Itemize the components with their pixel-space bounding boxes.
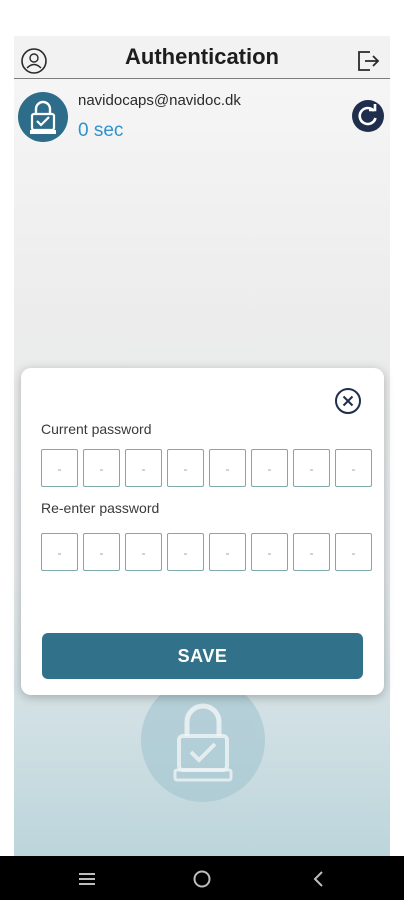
pin-digit[interactable]: -	[125, 533, 162, 571]
pin-digit[interactable]: -	[335, 449, 372, 487]
refresh-button[interactable]	[352, 100, 384, 132]
pin-digit[interactable]: -	[83, 449, 120, 487]
pin-digit[interactable]: -	[251, 449, 288, 487]
pin-digit[interactable]: -	[41, 449, 78, 487]
menu-icon[interactable]	[76, 868, 98, 890]
pin-digit[interactable]: -	[125, 449, 162, 487]
pin-digit[interactable]: -	[293, 533, 330, 571]
pin-digit[interactable]: -	[251, 533, 288, 571]
pin-digit[interactable]: -	[167, 449, 204, 487]
home-circle-icon[interactable]	[191, 868, 213, 890]
session-timer: 0 sec	[78, 120, 124, 141]
current-password-label: Current password	[41, 421, 152, 437]
pin-digit[interactable]: -	[209, 533, 246, 571]
account-email: navidocaps@navidoc.dk	[78, 92, 241, 109]
app-header: Authentication	[14, 36, 390, 79]
change-password-dialog: Current password - - - - - - - - Re-ente…	[21, 368, 384, 695]
system-nav-bar	[0, 856, 404, 900]
pin-digit[interactable]: -	[167, 533, 204, 571]
pin-digit[interactable]: -	[83, 533, 120, 571]
refresh-icon	[358, 104, 377, 126]
status-bar	[0, 0, 404, 34]
save-button[interactable]: SAVE	[42, 633, 363, 679]
reenter-password-label: Re-enter password	[41, 500, 160, 516]
pin-digit[interactable]: -	[41, 533, 78, 571]
lock-check-icon	[173, 703, 233, 782]
page-title: Authentication	[125, 44, 279, 69]
pin-digit[interactable]: -	[335, 533, 372, 571]
account-row: navidocaps@navidoc.dk 0 sec	[14, 88, 390, 148]
background-lock-emblem	[141, 678, 265, 802]
close-icon[interactable]	[334, 387, 362, 415]
account-avatar	[18, 92, 68, 142]
back-icon[interactable]	[308, 868, 330, 890]
lock-check-icon	[30, 100, 56, 134]
pin-digit[interactable]: -	[293, 449, 330, 487]
pin-digit[interactable]: -	[209, 449, 246, 487]
logout-icon[interactable]	[354, 47, 382, 75]
